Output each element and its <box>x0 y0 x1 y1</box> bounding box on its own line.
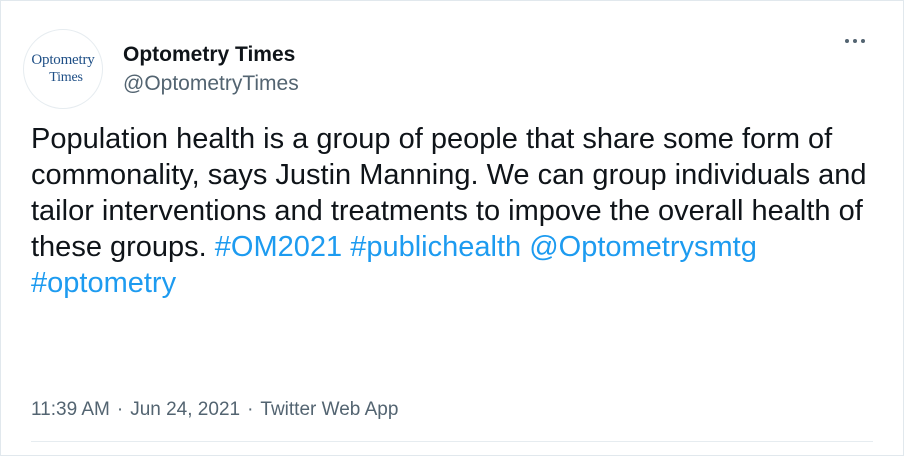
avatar-logo-text-top: Optometry <box>31 52 95 68</box>
meta-separator: · <box>247 399 254 420</box>
tweet-card: Optometry Times Optometry Times @Optomet… <box>0 0 904 456</box>
author-display-name[interactable]: Optometry Times <box>123 42 299 68</box>
divider <box>31 441 873 442</box>
meta-separator: · <box>116 399 124 420</box>
hashtag-link[interactable]: #optometry <box>31 267 176 299</box>
avatar[interactable]: Optometry Times <box>23 29 103 109</box>
more-horizontal-icon <box>861 39 865 43</box>
tweet-meta: 11:39 AM · Jun 24, 2021 · Twitter Web Ap… <box>31 399 398 421</box>
more-horizontal-icon <box>853 39 857 43</box>
tweet-source-link[interactable]: Twitter Web App <box>260 399 398 421</box>
tweet-date[interactable]: Jun 24, 2021 <box>130 399 240 421</box>
author-names: Optometry Times @OptometryTimes <box>123 42 299 97</box>
tweet-header: Optometry Times Optometry Times @Optomet… <box>23 29 299 109</box>
avatar-logo-text-bottom: Times <box>49 70 83 85</box>
tweet-text: Population health is a group of people t… <box>31 121 871 301</box>
author-handle[interactable]: @OptometryTimes <box>123 71 299 97</box>
more-horizontal-icon <box>845 39 849 43</box>
hashtag-link[interactable]: #OM2021 <box>215 231 342 263</box>
mention-link[interactable]: @Optometrysmtg <box>529 231 757 263</box>
tweet-time[interactable]: 11:39 AM <box>31 399 110 421</box>
more-options-button[interactable] <box>841 31 869 51</box>
hashtag-link[interactable]: #publichealth <box>350 231 521 263</box>
